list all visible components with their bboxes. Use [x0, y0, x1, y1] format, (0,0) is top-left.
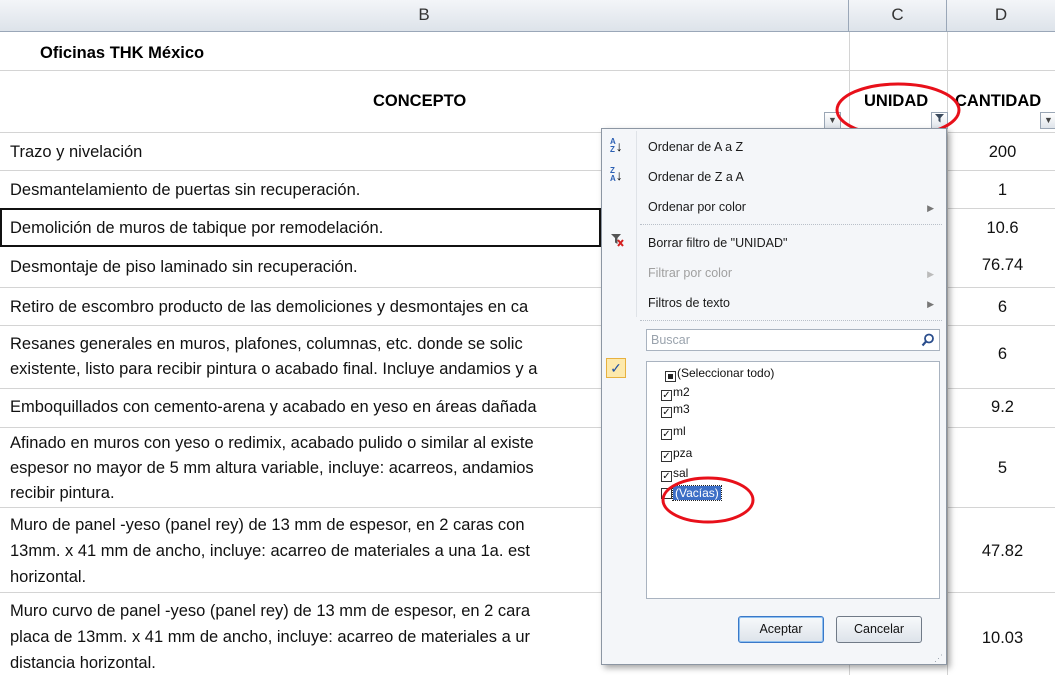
row-concept-10-line2[interactable]: placa de 13mm. x 41 mm de ancho, incluye…	[10, 625, 610, 649]
row-qty-6[interactable]: 6	[955, 345, 1050, 364]
filter-search-input[interactable]: Buscar	[646, 329, 940, 351]
menu-sort-za[interactable]: Ordenar de Z a A	[648, 170, 744, 184]
column-header-d[interactable]: D	[947, 0, 1055, 32]
row-concept-5[interactable]: Retiro de escombro producto de las demol…	[10, 295, 610, 319]
column-header-c[interactable]: C	[849, 0, 947, 32]
checkbox-partial[interactable]	[665, 371, 676, 382]
row-concept-2[interactable]: Desmantelamiento de puertas sin recupera…	[10, 178, 610, 202]
row-concept-10-line1[interactable]: Muro curvo de panel -yeso (panel rey) de…	[10, 599, 610, 623]
checkbox-checked[interactable]: ✓	[661, 407, 672, 418]
autofilter-menu: A Z↓ Ordenar de A a Z Z A↓ Ordenar de Z a …	[601, 128, 947, 665]
chevron-right-icon: ▶	[927, 269, 934, 279]
row-concept-7[interactable]: Emboquillados con cemento-arena y acabad…	[10, 395, 610, 419]
row-qty-10[interactable]: 10.03	[955, 629, 1050, 648]
row-concept-3[interactable]: Demolición de muros de tabique por remod…	[10, 216, 600, 240]
row-qty-5[interactable]: 6	[955, 298, 1050, 317]
row-concept-4[interactable]: Desmontaje de piso laminado sin recupera…	[10, 255, 610, 279]
resize-grip-icon[interactable]: ⋰	[934, 654, 943, 663]
row-qty-4[interactable]: 76.74	[955, 256, 1050, 275]
row-concept-6-line1[interactable]: Resanes generales en muros, plafones, co…	[10, 332, 610, 356]
column-header-b[interactable]: B	[0, 0, 849, 32]
row-concept-9-line1[interactable]: Muro de panel -yeso (panel rey) de 13 mm…	[10, 513, 610, 537]
row-concept-10-line3[interactable]: distancia horizontal.	[10, 651, 610, 675]
highlight-circle-vacias	[661, 476, 755, 524]
menu-text-filters[interactable]: Filtros de texto	[648, 296, 730, 310]
menu-sort-az[interactable]: Ordenar de A a Z	[648, 140, 743, 154]
search-icon	[921, 333, 934, 347]
checkbox-checked[interactable]: ✓	[661, 390, 672, 401]
row-concept-9-line2[interactable]: 13mm. x 41 mm de ancho, incluye: acarreo…	[10, 539, 610, 563]
menu-sort-color[interactable]: Ordenar por color	[648, 200, 746, 214]
filter-item-m3[interactable]: ✓ m3	[661, 401, 690, 418]
filter-item-select-all[interactable]: (Seleccionar todo)	[665, 365, 774, 382]
row-concept-8-line3[interactable]: recibir pintura.	[10, 481, 610, 505]
row-concept-9-line3[interactable]: horizontal.	[10, 565, 610, 589]
checkbox-checked[interactable]: ✓	[661, 451, 672, 462]
cancel-button[interactable]: Cancelar	[836, 616, 922, 643]
filter-item-pza[interactable]: ✓ pza	[661, 445, 692, 462]
row-concept-1[interactable]: Trazo y nivelación	[10, 140, 610, 164]
checkbox-checked[interactable]: ✓	[661, 429, 672, 440]
accept-button[interactable]: Aceptar	[738, 616, 824, 643]
menu-clear-filter[interactable]: Borrar filtro de "UNIDAD"	[648, 236, 787, 250]
filter-dropdown-cantidad[interactable]: ▼	[1040, 112, 1055, 129]
chevron-right-icon: ▶	[927, 203, 934, 213]
row-qty-7[interactable]: 9.2	[955, 398, 1050, 417]
row-qty-2[interactable]: 1	[955, 181, 1050, 200]
row-qty-9[interactable]: 47.82	[955, 542, 1050, 561]
chevron-right-icon: ▶	[927, 299, 934, 309]
search-placeholder: Buscar	[651, 333, 690, 347]
row-concept-6-line2[interactable]: existente, listo para recibir pintura o …	[10, 357, 610, 381]
row-qty-1[interactable]: 200	[955, 143, 1050, 162]
menu-filter-color: Filtrar por color	[648, 266, 733, 280]
header-concepto: CONCEPTO	[373, 92, 467, 110]
row-concept-8-line1[interactable]: Afinado en muros con yeso o redimix, aca…	[10, 431, 610, 455]
company-name: Oficinas THK México	[40, 44, 205, 62]
row-qty-8[interactable]: 5	[955, 459, 1050, 478]
sort-az-icon: A Z↓	[610, 137, 623, 155]
checkmark-icon: ✓	[606, 358, 626, 378]
filter-item-m2[interactable]: ✓ m2	[661, 384, 690, 401]
row-qty-3[interactable]: 10.6	[955, 219, 1050, 238]
clear-filter-icon	[610, 233, 624, 250]
filter-item-ml[interactable]: ✓ ml	[661, 423, 686, 440]
header-cantidad: CANTIDAD	[955, 92, 1042, 110]
row-concept-8-line2[interactable]: espesor no mayor de 5 mm altura variable…	[10, 456, 610, 480]
sort-za-icon: Z A↓	[610, 166, 623, 184]
